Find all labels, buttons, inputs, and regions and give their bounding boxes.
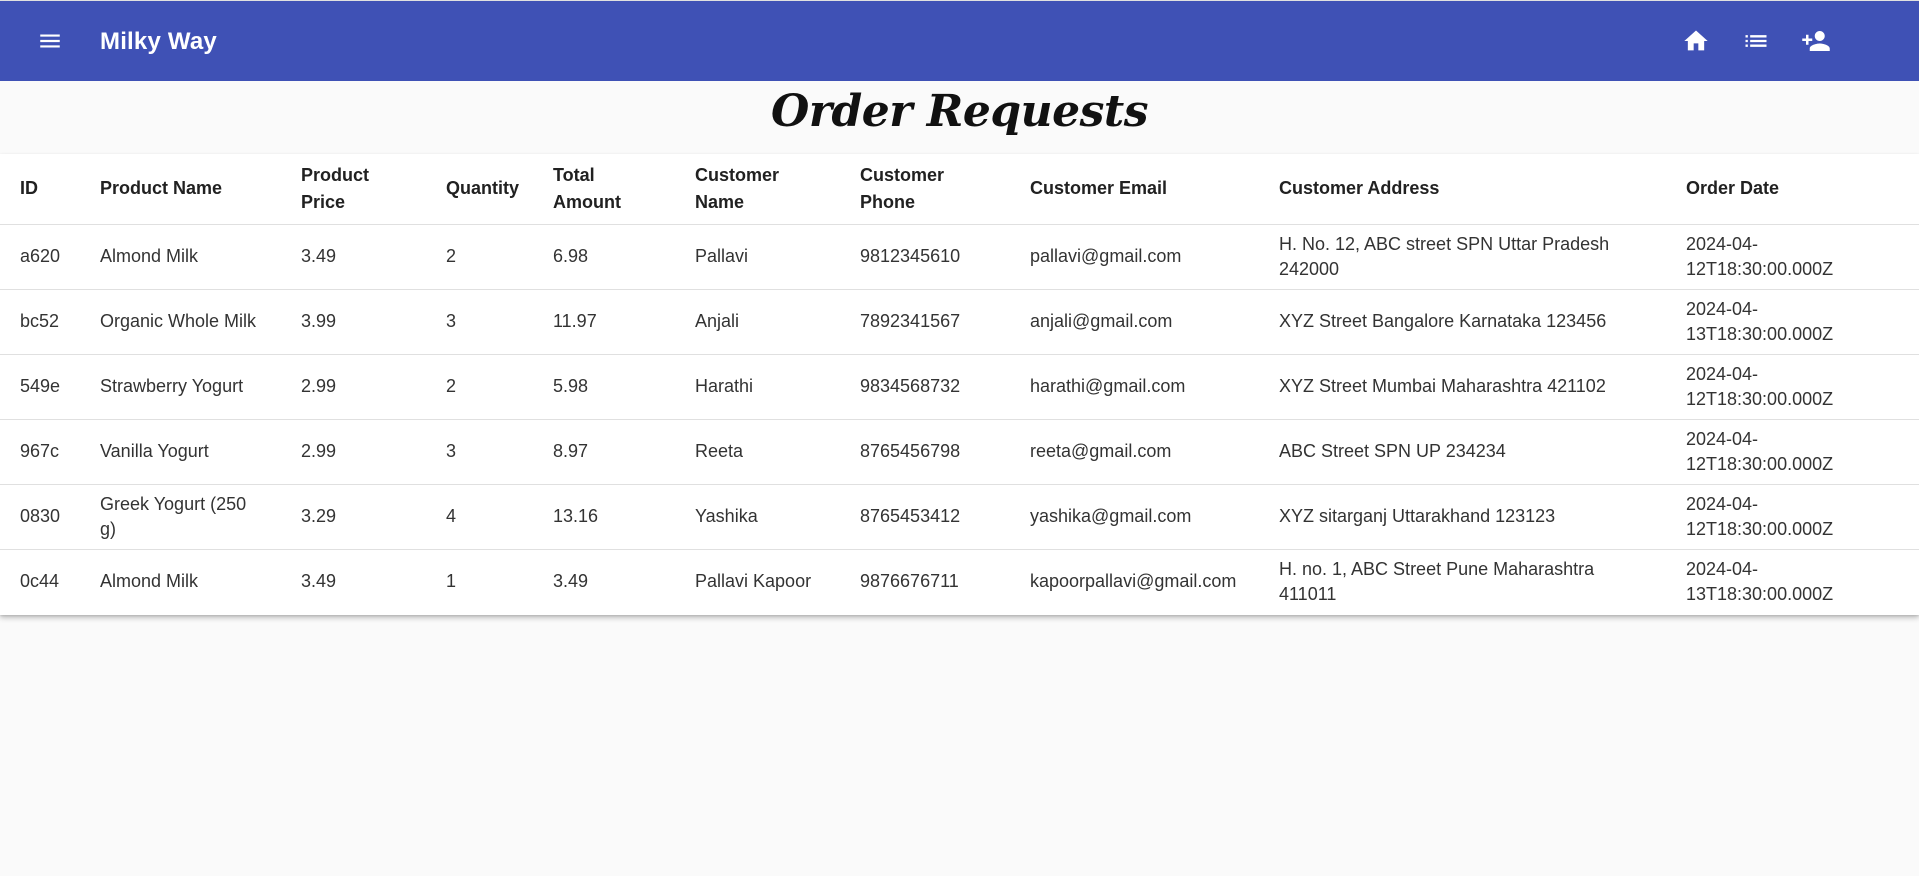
cell-quantity: 4: [426, 484, 533, 550]
cell-customer-email: yashika@gmail.com: [1010, 484, 1259, 550]
cell-order-date: 2024-04-12T18:30:00.000Z: [1666, 484, 1919, 550]
column-header-total-amount: Total Amount: [533, 154, 675, 225]
cell-product-price: 3.99: [281, 289, 426, 355]
cell-product-name: Organic Whole Milk: [80, 289, 281, 355]
cell-id: 0830: [0, 484, 80, 550]
cell-customer-name: Pallavi Kapoor: [695, 571, 812, 592]
table-header-row: ID Product Name Product Price Quantity T…: [0, 154, 1919, 225]
cell-quantity: 3: [426, 419, 533, 485]
cell-customer-email: pallavi@gmail.com: [1010, 224, 1259, 290]
cell-customer-phone: 8765453412: [840, 484, 1010, 550]
cell-total-amount: 11.97: [533, 289, 675, 355]
table-row: 0c44 Almond Milk 3.49 1 3.49 Pallavi Kap…: [0, 549, 1919, 614]
cell-customer-email: harathi@gmail.com: [1010, 354, 1259, 420]
cell-product-name: Almond Milk: [100, 571, 199, 592]
cell-total-amount: 13.16: [533, 484, 675, 550]
cell-customer-phone: 9834568732: [840, 354, 1010, 420]
cell-quantity: 2: [426, 224, 533, 290]
menu-icon: [40, 34, 60, 48]
column-header-customer-email: Customer Email: [1010, 154, 1259, 225]
cell-total-amount: 3.49: [553, 571, 589, 592]
page-title: Order Requests: [771, 86, 1148, 137]
column-header-order-date: Order Date: [1666, 154, 1919, 225]
cell-customer-address: XYZ Street Mumbai Maharashtra 421102: [1259, 354, 1666, 420]
cell-product-name: Vanilla Yogurt: [80, 419, 281, 485]
person-add-icon: [1802, 31, 1830, 51]
cell-customer-name: Reeta: [675, 419, 840, 485]
cell-product-price: 2.99: [281, 419, 426, 485]
cell-total-amount: 8.97: [533, 419, 675, 485]
cell-customer-phone: 9812345610: [840, 224, 1010, 290]
cell-customer-name: Anjali: [675, 289, 840, 355]
table-row: bc52 Organic Whole Milk 3.99 3 11.97 Anj…: [0, 289, 1919, 355]
column-header-product-price: Product Price: [281, 154, 426, 225]
column-header-customer-address: Customer Address: [1259, 154, 1666, 225]
cell-product-name: Almond Milk: [80, 224, 281, 290]
cell-product-price: 3.49: [281, 224, 426, 290]
list-icon: [1745, 35, 1767, 47]
cell-order-date: 2024-04-12T18:30:00.000Z: [1666, 419, 1919, 485]
column-header-customer-phone: Customer Phone: [840, 154, 1010, 225]
cell-quantity: 3: [426, 289, 533, 355]
table-row: a620 Almond Milk 3.49 2 6.98 Pallavi 981…: [0, 224, 1919, 290]
cell-customer-name: Yashika: [675, 484, 840, 550]
cell-customer-address: H. No. 12, ABC street SPN Uttar Pradesh …: [1259, 224, 1666, 290]
cell-total-amount: 5.98: [533, 354, 675, 420]
cell-id: a620: [0, 224, 80, 290]
column-header-quantity: Quantity: [426, 154, 533, 225]
cell-product-price: 3.49: [301, 571, 337, 592]
app-title: Milky Way: [100, 28, 217, 55]
add-user-button[interactable]: [1794, 21, 1838, 61]
orders-list-button[interactable]: [1734, 21, 1778, 61]
cell-customer-phone: 9876676711: [860, 571, 959, 592]
cell-customer-name: Harathi: [675, 354, 840, 420]
table-row: 967c Vanilla Yogurt 2.99 3 8.97 Reeta 87…: [0, 419, 1919, 485]
cell-product-name: Strawberry Yogurt: [80, 354, 281, 420]
cell-order-date: 2024-04-12T18:30:00.000Z: [1666, 354, 1919, 420]
cell-order-date: 2024-04-13T18:30:00.000Z: [1686, 558, 1834, 604]
cell-id: 0c44: [20, 571, 60, 592]
cell-order-date: 2024-04-13T18:30:00.000Z: [1666, 289, 1919, 355]
cell-quantity: 2: [426, 354, 533, 420]
cell-customer-address: XYZ Street Bangalore Karnataka 123456: [1259, 289, 1666, 355]
cell-product-price: 3.29: [281, 484, 426, 550]
cell-id: 549e: [0, 354, 80, 420]
cell-total-amount: 6.98: [533, 224, 675, 290]
app-toolbar: Milky Way: [0, 0, 1919, 81]
cell-product-price: 2.99: [281, 354, 426, 420]
column-header-product-name: Product Name: [80, 154, 281, 225]
cell-customer-email: anjali@gmail.com: [1010, 289, 1259, 355]
cell-customer-phone: 7892341567: [840, 289, 1010, 355]
orders-table: ID Product Name Product Price Quantity T…: [0, 154, 1919, 614]
home-icon: [1684, 30, 1708, 51]
cell-id: bc52: [0, 289, 80, 355]
menu-button[interactable]: [28, 21, 72, 61]
column-header-customer-name: Customer Name: [675, 154, 840, 225]
cell-customer-email: kapoorpallavi@gmail.com: [1030, 571, 1237, 592]
cell-customer-email: reeta@gmail.com: [1010, 419, 1259, 485]
cell-customer-phone: 8765456798: [840, 419, 1010, 485]
cell-id: 967c: [0, 419, 80, 485]
column-header-id: ID: [0, 154, 80, 225]
table-row: 0830 Greek Yogurt (250 g) 3.29 4 13.16 Y…: [0, 484, 1919, 550]
orders-table-card: ID Product Name Product Price Quantity T…: [0, 154, 1919, 615]
cell-customer-name: Pallavi: [675, 224, 840, 290]
cell-order-date: 2024-04-12T18:30:00.000Z: [1666, 224, 1919, 290]
cell-customer-address: H. no. 1, ABC Street Pune Maharashtra 41…: [1279, 558, 1595, 604]
table-row: 549e Strawberry Yogurt 2.99 2 5.98 Harat…: [0, 354, 1919, 420]
home-button[interactable]: [1674, 21, 1718, 61]
cell-customer-address: XYZ sitarganj Uttarakhand 123123: [1259, 484, 1666, 550]
cell-product-name: Greek Yogurt (250 g): [80, 484, 281, 550]
cell-quantity: 1: [446, 571, 457, 592]
cell-customer-address: ABC Street SPN UP 234234: [1259, 419, 1666, 485]
